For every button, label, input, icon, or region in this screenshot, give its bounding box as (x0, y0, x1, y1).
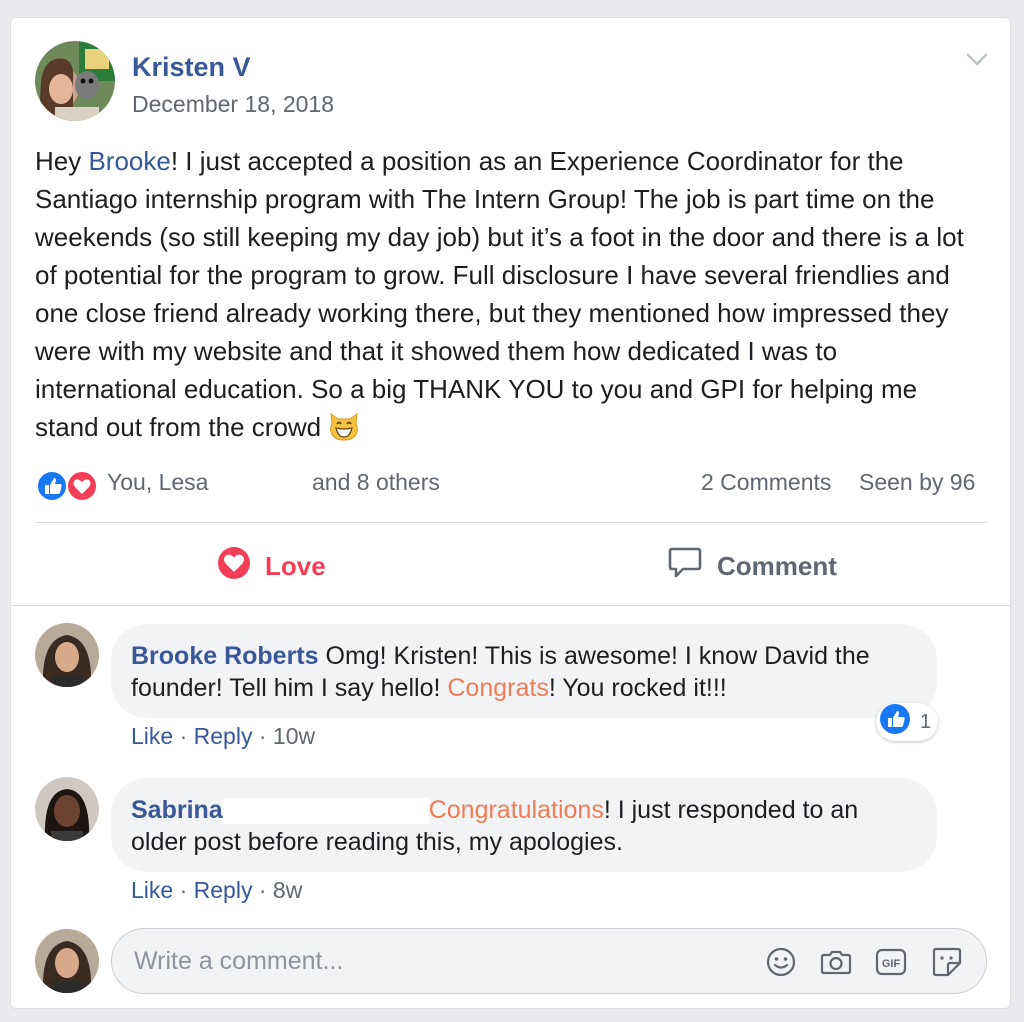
post-date[interactable]: December 18, 2018 (132, 91, 334, 118)
comment-icon (667, 545, 703, 588)
camera-icon[interactable] (819, 945, 853, 979)
grinning-cat-emoji (328, 410, 360, 442)
comment-meta: Like · Reply · 8w (131, 877, 302, 904)
comment-button[interactable]: Comment (667, 546, 837, 586)
love-icon (217, 546, 251, 587)
current-user-avatar (35, 929, 99, 993)
author-avatar[interactable] (35, 41, 115, 121)
commenter-avatar[interactable] (35, 623, 99, 687)
emoji-icon[interactable] (764, 945, 798, 979)
reaction-names[interactable]: You, Lesa (107, 469, 208, 496)
reaction-icons[interactable] (35, 469, 101, 503)
comment-bubble: Brooke Roberts Omg! Kristen! This is awe… (111, 624, 937, 718)
love-label: Love (265, 550, 326, 581)
commenter-avatar[interactable] (35, 777, 99, 841)
post-text-part2: ! I just accepted a position as an Exper… (35, 146, 964, 442)
post-text-part1: Hey (35, 146, 89, 176)
congrats-highlight[interactable]: Congrats (447, 674, 548, 702)
comment-reply-link[interactable]: Reply (194, 723, 253, 749)
comment-bubble: Sabrina Congratulations! I just responded… (111, 778, 937, 872)
comments-count[interactable]: 2 Comments (701, 469, 831, 496)
like-icon (879, 703, 911, 741)
separator-dot: · (258, 723, 267, 749)
comment-composer: GIF (111, 928, 987, 994)
comment-text-part2: ! You rocked it!!! (548, 674, 727, 702)
divider (35, 522, 987, 523)
author-name[interactable]: Kristen V (132, 52, 251, 83)
separator-dot: · (179, 877, 188, 903)
like-count: 1 (920, 710, 932, 733)
comment-reply-link[interactable]: Reply (194, 877, 253, 903)
post-card: Kristen V December 18, 2018 Hey Brooke! … (10, 17, 1011, 1009)
comment-input[interactable] (134, 945, 734, 977)
seen-by-count[interactable]: Seen by 96 (859, 469, 975, 496)
comment-time[interactable]: 10w (273, 723, 315, 749)
post-text: Hey Brooke! I just accepted a position a… (35, 142, 985, 446)
gif-icon[interactable]: GIF (874, 945, 908, 979)
chevron-down-icon[interactable] (964, 46, 990, 72)
comment-time[interactable]: 8w (273, 877, 302, 903)
comment-like-link[interactable]: Like (131, 877, 173, 903)
mention-link[interactable]: Brooke (88, 146, 170, 176)
separator-dot: · (179, 723, 188, 749)
commenter-name[interactable]: Brooke Roberts (131, 642, 319, 670)
love-button[interactable]: Love (217, 546, 326, 586)
svg-text:GIF: GIF (882, 958, 901, 970)
commenter-name[interactable]: Sabrina (131, 796, 223, 824)
divider (11, 605, 1010, 606)
redacted-name (222, 798, 429, 825)
comment-meta: Like · Reply · 10w (131, 723, 315, 750)
sticker-icon[interactable] (930, 945, 964, 979)
comment-like-badge[interactable]: 1 (876, 703, 938, 741)
reaction-others[interactable]: and 8 others (312, 469, 440, 496)
separator-dot: · (258, 877, 267, 903)
comment-like-link[interactable]: Like (131, 723, 173, 749)
comment-label: Comment (717, 550, 837, 581)
congrats-highlight[interactable]: Congratulations (429, 796, 604, 824)
